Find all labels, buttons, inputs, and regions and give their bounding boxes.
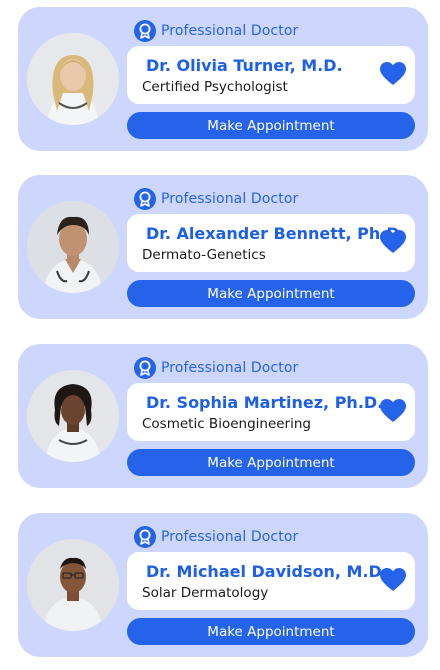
- doctor-photo: [27, 539, 119, 631]
- doctor-card[interactable]: Professional Doctor Dr. Sophia Martinez,…: [18, 344, 428, 488]
- doctor-card[interactable]: Professional Doctor Dr. Alexander Bennet…: [18, 175, 428, 319]
- badge-label: Professional Doctor: [161, 529, 299, 545]
- doctor-specialty: Cosmetic Bioengineering: [142, 416, 311, 432]
- doctor-info-panel: Dr. Michael Davidson, M.D. Solar Dermato…: [127, 552, 415, 610]
- badge: Professional Doctor: [134, 188, 298, 210]
- award-ribbon-icon: [134, 20, 156, 42]
- doctor-card[interactable]: Professional Doctor Dr. Michael Davidson…: [18, 513, 428, 657]
- badge: Professional Doctor: [134, 357, 298, 379]
- make-appointment-button[interactable]: Make Appointment: [127, 449, 415, 476]
- doctor-info-panel: Dr. Alexander Bennett, Ph.D. Dermato-Gen…: [127, 214, 415, 272]
- doctor-photo: [27, 201, 119, 293]
- heart-icon[interactable]: [380, 62, 406, 86]
- doctor-name: Dr. Alexander Bennett, Ph.D.: [146, 224, 406, 243]
- award-ribbon-icon: [134, 526, 156, 548]
- make-appointment-button[interactable]: Make Appointment: [127, 112, 415, 139]
- award-ribbon-icon: [134, 357, 156, 379]
- heart-icon[interactable]: [380, 230, 406, 254]
- doctor-list: Professional Doctor Dr. Olivia Turner, M…: [0, 0, 440, 670]
- doctor-specialty: Certified Psychologist: [142, 79, 288, 95]
- make-appointment-button[interactable]: Make Appointment: [127, 618, 415, 645]
- doctor-name: Dr. Sophia Martinez, Ph.D.: [146, 393, 384, 412]
- heart-icon[interactable]: [380, 568, 406, 592]
- doctor-specialty: Dermato-Genetics: [142, 247, 266, 263]
- badge: Professional Doctor: [134, 20, 298, 42]
- make-appointment-button[interactable]: Make Appointment: [127, 280, 415, 307]
- badge: Professional Doctor: [134, 526, 298, 548]
- badge-label: Professional Doctor: [161, 191, 299, 207]
- doctor-name: Dr. Michael Davidson, M.D.: [146, 562, 388, 581]
- badge-label: Professional Doctor: [161, 23, 299, 39]
- doctor-photo: [27, 370, 119, 462]
- doctor-info-panel: Dr. Olivia Turner, M.D. Certified Psycho…: [127, 46, 415, 104]
- doctor-photo: [27, 33, 119, 125]
- doctor-info-panel: Dr. Sophia Martinez, Ph.D. Cosmetic Bioe…: [127, 383, 415, 441]
- doctor-name: Dr. Olivia Turner, M.D.: [146, 56, 343, 75]
- badge-label: Professional Doctor: [161, 360, 299, 376]
- doctor-specialty: Solar Dermatology: [142, 585, 269, 601]
- doctor-card[interactable]: Professional Doctor Dr. Olivia Turner, M…: [18, 7, 428, 151]
- award-ribbon-icon: [134, 188, 156, 210]
- heart-icon[interactable]: [380, 399, 406, 423]
